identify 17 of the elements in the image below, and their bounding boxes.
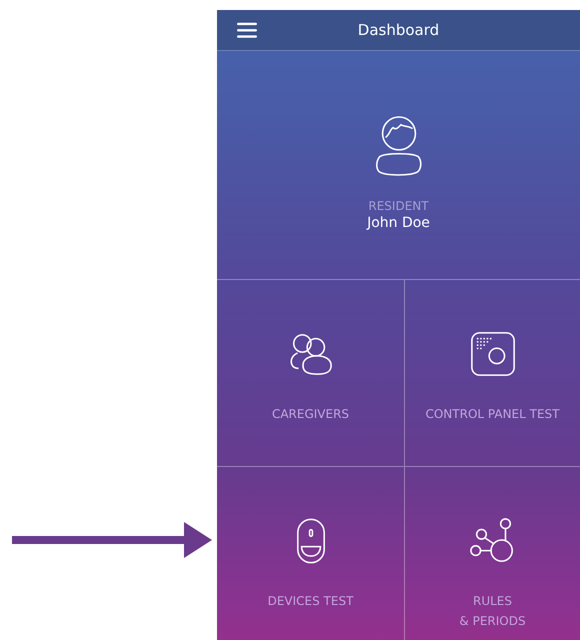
resident-name: John Doe [367,215,430,231]
menu-icon [236,21,258,39]
resident-tile[interactable]: RESIDENT John Doe [217,51,580,280]
tile-label: CONTROL PANEL TEST [424,406,560,423]
dashboard-tile[interactable]: RULES & PERIODS [405,467,580,640]
page-title: Dashboard [358,21,440,39]
dashboard-tile[interactable]: CONTROL PANEL TEST [405,280,580,467]
panel-icon [468,330,516,378]
tile-label: DEVICES TEST [266,593,354,610]
device-icon [294,516,326,566]
people-icon [288,331,334,377]
resident-label: RESIDENT [368,199,429,213]
menu-button[interactable] [236,21,258,39]
tile-label: RULES & PERIODS [458,593,527,630]
dashboard-tile[interactable]: CAREGIVERS [217,280,405,467]
tile-label: CAREGIVERS [270,406,350,423]
dashboard-tile[interactable]: DEVICES TEST [217,467,405,640]
